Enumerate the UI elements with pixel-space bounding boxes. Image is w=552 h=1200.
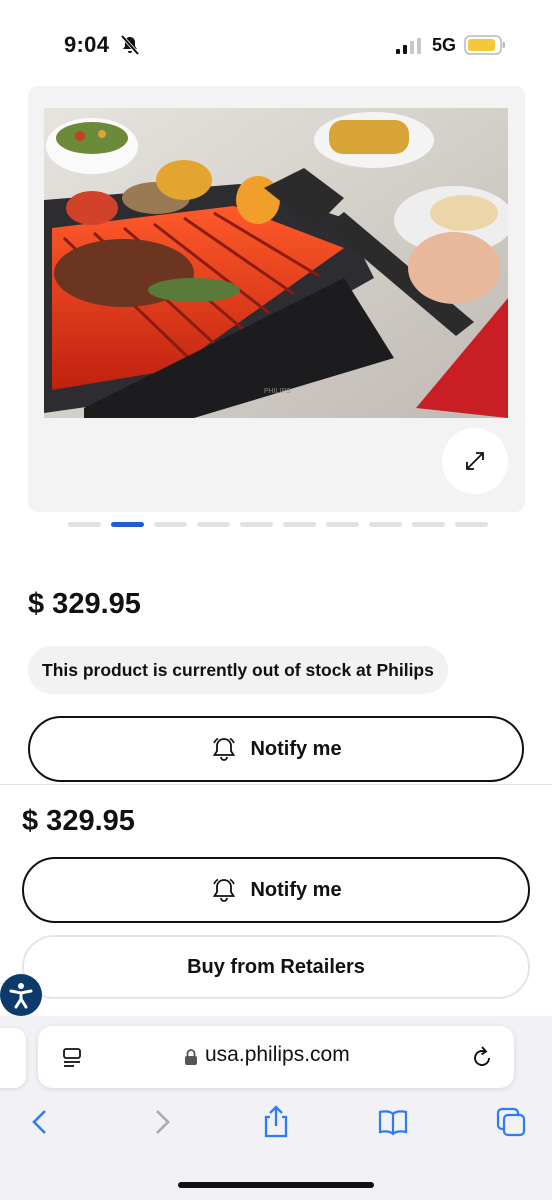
buy-from-retailers-button[interactable]: Buy from Retailers [22,935,530,999]
reload-icon[interactable] [470,1044,494,1070]
carousel-dot[interactable] [240,522,273,527]
browser-toolbar [0,1104,552,1144]
carousel-dot[interactable] [111,522,144,527]
accessibility-icon [9,983,33,1009]
notify-me-button[interactable]: Notify me [28,716,524,782]
carousel-dot[interactable] [154,522,187,527]
carousel-dot[interactable] [369,522,402,527]
sticky-price: $ 329.95 [22,805,135,837]
expand-arrows-icon [466,452,484,470]
previous-tab-preview[interactable] [0,1028,26,1088]
status-bar: 9:04 5G [0,0,552,90]
cell-signal-icon [396,38,421,54]
bell-icon [213,737,236,761]
share-icon[interactable] [259,1104,293,1140]
battery-icon [464,35,505,55]
carousel-dots[interactable] [68,522,488,527]
carousel-dot[interactable] [326,522,359,527]
bell-slash-icon [120,34,140,56]
product-price: $ 329.95 [28,588,141,620]
network-type: 5G [432,35,457,55]
carousel-dot[interactable] [68,522,101,527]
lock-icon [185,1049,197,1065]
accessibility-button[interactable] [0,974,42,1016]
address-bar[interactable]: usa.philips.com [38,1026,514,1088]
expand-button[interactable] [442,428,508,494]
home-indicator [178,1182,374,1188]
brand-logo: PHILIPS [264,388,291,395]
bell-icon [213,878,236,902]
back-icon[interactable] [24,1104,58,1140]
notify-me-label: Notify me [250,737,342,760]
sticky-notify-me-label: Notify me [250,878,342,901]
carousel-dot[interactable] [197,522,230,527]
sticky-purchase-bar: $ 329.95 Notify me Buy from Retailers [0,784,552,1020]
forward-icon[interactable] [144,1104,178,1140]
browser-chrome: usa.philips.com [0,1016,552,1200]
sticky-notify-me-button[interactable]: Notify me [22,857,530,923]
product-image[interactable]: PHILIPS [44,108,508,418]
tabs-icon[interactable] [494,1104,528,1140]
product-gallery[interactable]: PHILIPS [28,86,525,512]
page-menu-icon[interactable] [60,1046,84,1070]
carousel-dot[interactable] [283,522,316,527]
stock-status-badge: This product is currently out of stock a… [28,646,448,694]
carousel-dot[interactable] [412,522,445,527]
url-text: usa.philips.com [205,1043,350,1066]
carousel-dot[interactable] [455,522,488,527]
bookmarks-icon[interactable] [376,1104,410,1140]
status-time: 9:04 [64,32,110,57]
